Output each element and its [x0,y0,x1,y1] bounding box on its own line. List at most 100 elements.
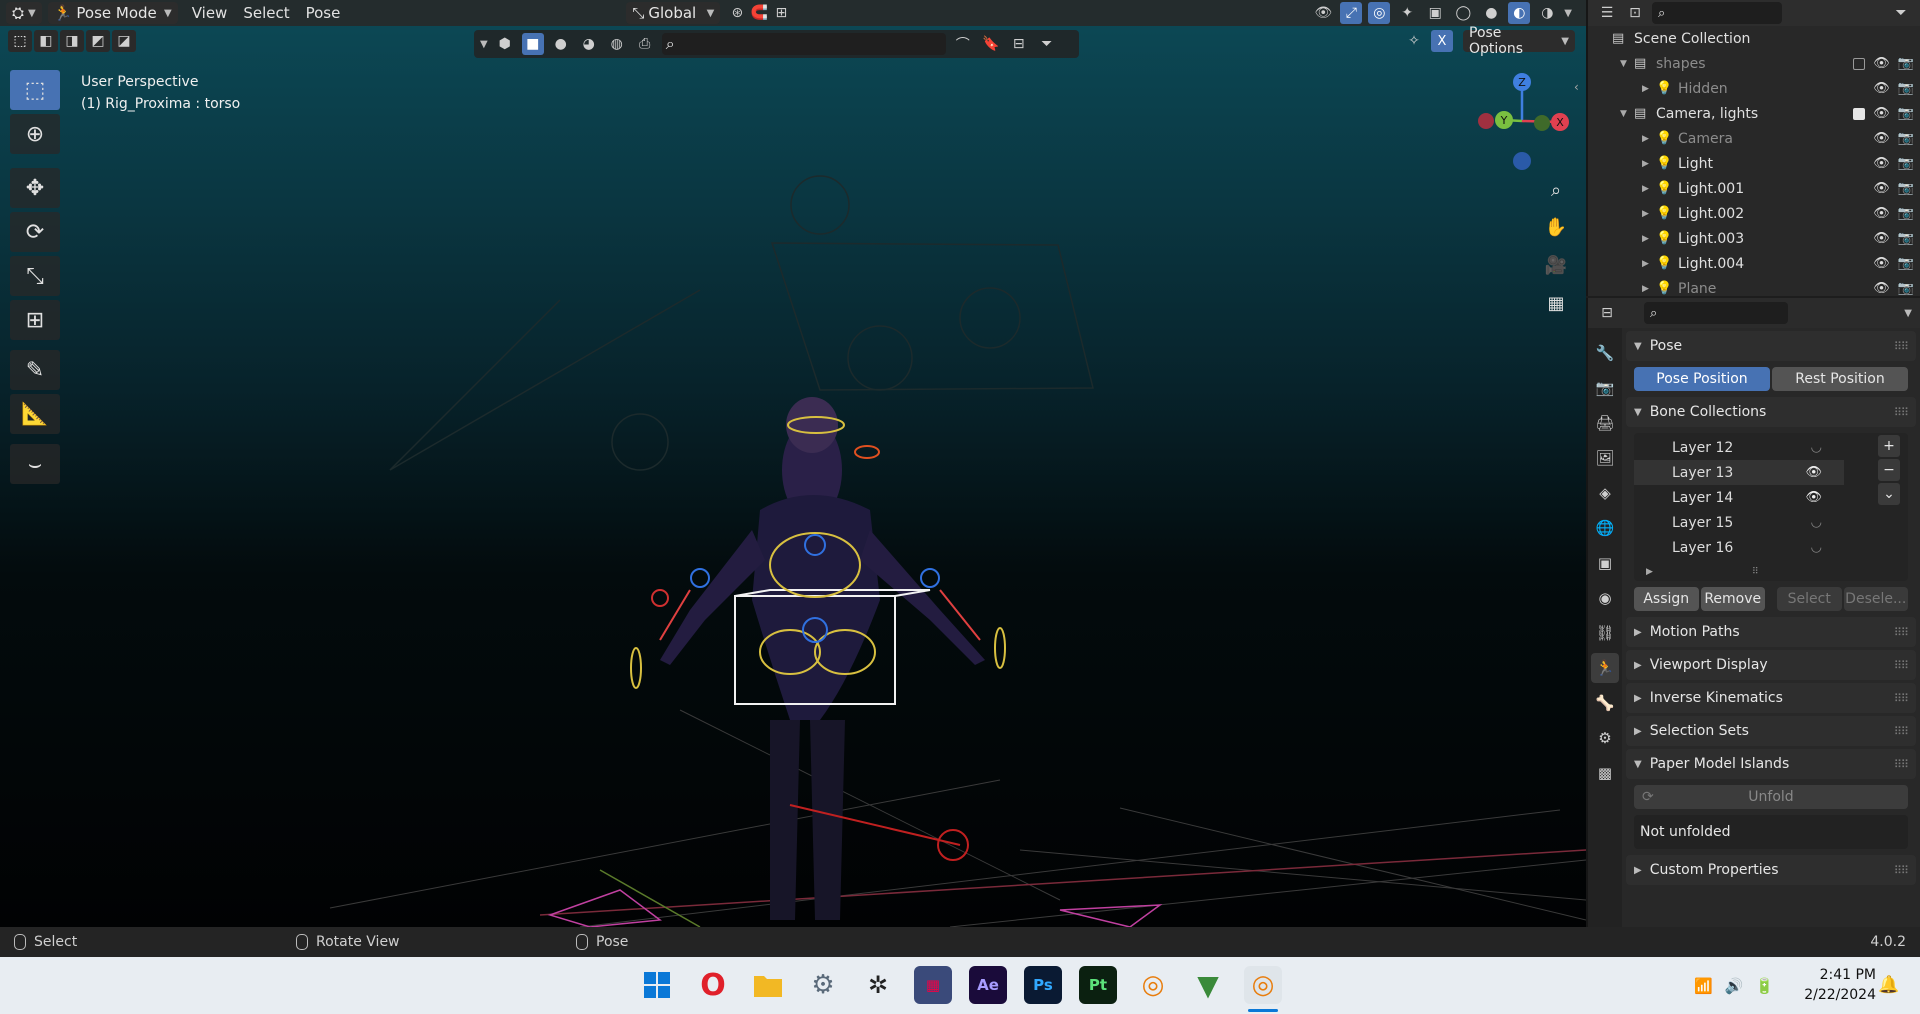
tool-tab-icon[interactable]: 🔧 [1591,338,1619,368]
menu-view[interactable]: View [184,4,236,22]
pose-options-dropdown[interactable]: Pose Options ▼ [1463,25,1575,57]
transform-tool-icon[interactable]: ⊞ [10,300,60,340]
remove-icon[interactable]: − [1878,459,1900,481]
clock[interactable]: 2:41 PM 2/22/2024 [1786,965,1876,1005]
scene-tab-icon[interactable]: ◈ [1591,478,1619,508]
eye-icon[interactable]: 👁 [1873,56,1890,71]
render-camera-icon[interactable]: 📷 [1898,206,1914,221]
outliner-row[interactable]: ▶ 💡 Light.001 👁 📷 [1588,176,1920,201]
render-camera-icon[interactable]: 📷 [1898,281,1914,296]
collapsed-panel-header[interactable]: ▶ Selection Sets ⠿⠿ [1626,716,1916,746]
grip-icon[interactable]: ⠿⠿ [1894,864,1909,877]
menu-select[interactable]: Select [235,4,297,22]
outliner-row[interactable]: ▤ Scene Collection [1588,26,1920,51]
rotate-tool-icon[interactable]: ⟳ [10,212,60,252]
grip-icon[interactable]: ⠿⠿ [1894,659,1909,672]
outliner-row[interactable]: ▼ ▤ shapes 👁 📷 [1588,51,1920,76]
exclude-checkbox[interactable] [1853,57,1866,70]
outliner-row[interactable]: ▶ 💡 Light.004 👁 📷 [1588,251,1920,276]
file-explorer-icon[interactable] [749,966,787,1004]
bone-collections-header[interactable]: ▼ Bone Collections ⠿⠿ [1626,397,1916,427]
pose-breakdown-tool-icon[interactable]: ⌣ [10,444,60,484]
render-camera-icon[interactable]: 📷 [1898,106,1914,121]
3d-viewport[interactable]: ⛭ ▼ 🏃 Pose Mode ▼ View Select Pose ⤡ Glob… [0,0,1586,927]
filter-icon[interactable]: ⏷ [1890,2,1912,24]
texture-tab-icon[interactable]: ▩ [1591,758,1619,788]
pan-hand-icon[interactable]: ✋ [1542,213,1570,241]
constraints-tab-icon[interactable]: ⛓ [1591,618,1619,648]
bone-collection-item[interactable]: Layer 16 ◡ [1634,535,1844,560]
blender-icon[interactable]: ◎ [1134,966,1172,1004]
armature-tab-icon[interactable]: 🏃 [1591,653,1619,683]
chevron-right-icon[interactable]: ▶ [1642,284,1656,294]
chevron-right-icon[interactable]: ▶ [1642,259,1656,269]
snap-target-icon[interactable]: ⊞ [770,2,792,24]
chevron-down-icon[interactable]: ⌄ [1878,483,1900,505]
solid-shading-icon[interactable]: ● [1480,2,1502,24]
gizmo-toggle-icon[interactable]: ⤢ [1340,2,1363,24]
outliner-row[interactable]: ▶ 💡 Light 👁 📷 [1588,151,1920,176]
material-shading-icon[interactable]: ◐ [1508,2,1531,24]
cursor-tool-icon[interactable]: ⊕ [10,114,60,154]
annotate-tool-icon[interactable]: ✎ [10,350,60,390]
filter-curve-icon[interactable]: ⌒ [952,33,974,55]
x-mirror-button[interactable]: X [1431,30,1453,52]
chevron-down-icon[interactable]: ▼ [480,39,488,50]
wifi-icon[interactable]: 📶 [1694,977,1713,995]
paper-model-islands-header[interactable]: ▼ Paper Model Islands ⠿⠿ [1626,749,1916,779]
outliner-row[interactable]: ▶ 💡 Camera 👁 📷 [1588,126,1920,151]
scale-tool-icon[interactable]: ⤡ [10,256,60,296]
eye-icon[interactable]: 👁 [1873,256,1890,271]
bone-collection-list[interactable]: Layer 12 ◡ Layer 13 👁 Layer 14 👁 Layer 15 ◡ Laye… [1634,433,1908,581]
exclude-checkbox[interactable] [1853,107,1866,120]
pivot-icon[interactable]: ⊛ [726,2,748,24]
overlay-toggle-icon[interactable]: ◎ [1368,2,1391,24]
settings-icon[interactable]: ⚙ [804,966,842,1004]
select-subtract-icon[interactable]: ◨ [60,30,84,52]
ortho-grid-icon[interactable]: ▦ [1542,289,1570,317]
eye-icon[interactable]: 👁 [1873,81,1890,96]
select-box-tool-icon[interactable]: ⬚ [10,70,60,110]
grip-icon[interactable]: ⠿⠿ [1894,725,1909,738]
chevron-right-icon[interactable]: ▶ [1642,84,1656,94]
eye-icon[interactable]: 👁 [1873,206,1890,221]
select-extend-icon[interactable]: ◧ [34,30,58,52]
select-button[interactable]: Select [1777,587,1842,611]
eye-icon[interactable]: 👁 [1873,131,1890,146]
chevron-down-icon[interactable]: ▼ [1620,59,1634,69]
collapse-arrow-icon[interactable]: ‹ [1574,80,1579,94]
bone-mirror-icon[interactable]: ✧ [1403,30,1425,52]
pose-panel-header[interactable]: ▼ Pose ⠿⠿ [1626,331,1916,361]
app-icon[interactable]: ▦ [914,966,952,1004]
painter-icon[interactable]: Pt [1079,966,1117,1004]
eye-icon[interactable]: 👁 [1873,156,1890,171]
sphere-icon[interactable]: ● [550,33,572,55]
properties-type-icon[interactable]: ⊟ [1596,302,1618,324]
chevron-down-icon[interactable]: ▼ [1904,308,1912,319]
blender-active-icon[interactable]: ◎ [1244,966,1282,1004]
object-type-icon[interactable]: ⬢ [494,33,516,55]
render-camera-icon[interactable]: 📷 [1898,81,1914,96]
bone-collection-item[interactable]: Layer 12 ◡ [1634,435,1844,460]
xray-icon[interactable]: ▣ [1424,2,1446,24]
orientation-dropdown[interactable]: ⤡ Global ▼ [626,2,721,24]
chevron-right-icon[interactable]: ▶ [1642,134,1656,144]
bone-overlay-icon[interactable]: ✦ [1396,2,1418,24]
render-camera-icon[interactable]: 📷 [1898,156,1914,171]
render-tab-icon[interactable]: 📷 [1591,373,1619,403]
grip-icon[interactable]: ⠿⠿ [1894,340,1909,353]
select-invert-icon[interactable]: ◩ [86,30,110,52]
photoshop-icon[interactable]: Ps [1024,966,1062,1004]
notification-bell-icon[interactable]: 🔔 [1878,975,1899,995]
collapsed-panel-header[interactable]: ▶ Viewport Display ⠿⠿ [1626,650,1916,680]
bone-collection-item[interactable]: Layer 15 ◡ [1634,510,1844,535]
render-camera-icon[interactable]: 📷 [1898,231,1914,246]
vectorworks-icon[interactable]: ▼ [1189,966,1227,1004]
eye-closed-icon[interactable]: ◡ [1811,515,1822,530]
world-icon[interactable]: ◍ [606,33,628,55]
physics-tab-icon[interactable]: ◉ [1591,583,1619,613]
printer-icon[interactable]: ⎙ [634,33,656,55]
collapsed-panel-header[interactable]: ▶ Inverse Kinematics ⠿⠿ [1626,683,1916,713]
battery-icon[interactable]: 🔋 [1755,977,1774,995]
render-camera-icon[interactable]: 📷 [1898,56,1914,71]
